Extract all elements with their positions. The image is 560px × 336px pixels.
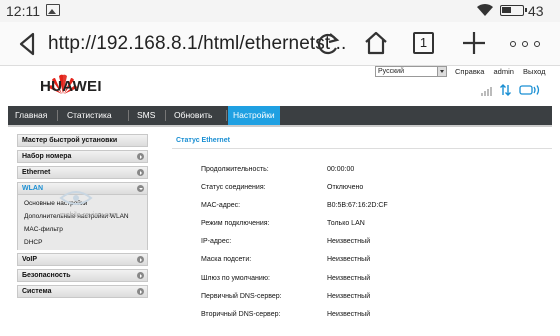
chevron-right-icon <box>137 153 144 160</box>
nav-divider <box>226 110 227 121</box>
row-value: B0:5B:67:16:2D:CF <box>327 202 388 210</box>
status-row-subnet: Маска подсети: Неизвестный <box>201 256 541 274</box>
status-row-mac: MAC-адрес: B0:5B:67:16:2D:CF <box>201 202 541 220</box>
sidebar-item-system[interactable]: Система <box>17 285 148 298</box>
wifi-status-icon <box>519 85 540 95</box>
row-label: IP-адрес: <box>201 238 232 246</box>
chevron-down-icon <box>437 67 446 76</box>
network-status-icons <box>481 84 540 96</box>
nav-divider <box>57 110 58 121</box>
row-label: MAC-адрес: <box>201 202 241 210</box>
sidebar-item-dialup[interactable]: Набор номера <box>17 150 148 163</box>
sidebar-item-label: WLAN <box>22 185 43 192</box>
nav-divider <box>165 110 166 121</box>
nav-underline <box>8 125 552 127</box>
status-row-duration: Продолжительность: 00:00:00 <box>201 166 541 184</box>
sidebar-item-label: Ethernet <box>22 169 51 176</box>
brand-name: HUAWEI <box>40 78 102 95</box>
row-label: Первичный DNS-сервер: <box>201 292 282 300</box>
status-row-mode: Режим подключения: Только LAN <box>201 220 541 238</box>
new-tab-icon[interactable] <box>462 31 486 55</box>
sidebar-item-label: Мастер быстрой установки <box>22 137 118 144</box>
gallery-notification-icon <box>46 4 60 16</box>
chevron-right-icon <box>137 169 144 176</box>
nav-sms[interactable]: SMS <box>132 106 160 125</box>
battery-level: 43 <box>528 3 544 19</box>
status-row-gateway: Шлюз по умолчанию: Неизвестный <box>201 275 541 293</box>
watermark-logo-icon <box>59 191 93 205</box>
status-time: 12:11 <box>6 3 40 19</box>
sidebar-item-label: Набор номера <box>22 153 72 160</box>
sidebar-item-label: VoIP <box>22 256 38 263</box>
sidebar-item-voip[interactable]: VoIP <box>17 253 148 266</box>
signal-strength-icon <box>481 87 492 96</box>
home-icon[interactable] <box>364 30 388 56</box>
wifi-icon <box>477 3 493 17</box>
row-label: Режим подключения: <box>201 220 270 228</box>
row-value: Неизвестный <box>327 274 371 282</box>
chevron-right-icon <box>137 288 144 295</box>
refresh-icon[interactable] <box>316 31 340 57</box>
more-menu-icon[interactable] <box>510 41 540 47</box>
title-divider <box>172 148 552 149</box>
nav-settings[interactable]: Настройки <box>228 106 280 125</box>
page-title: Статус Ethernet <box>176 137 230 144</box>
address-bar[interactable]: http://192.168.8.1/html/ethernetst .. <box>48 33 346 55</box>
sidebar-item-quick-setup[interactable]: Мастер быстрой установки <box>17 134 148 147</box>
row-value: Только LAN <box>327 220 365 228</box>
sidebar-item-ethernet[interactable]: Ethernet <box>17 166 148 179</box>
nav-statistics[interactable]: Статистика <box>62 106 117 125</box>
back-icon[interactable] <box>18 32 36 56</box>
status-row-ip: IP-адрес: Неизвестный <box>201 238 541 256</box>
top-links: Справка admin Выход <box>455 67 553 76</box>
sidebar-item-security[interactable]: Безопасность <box>17 269 148 282</box>
row-value: Неизвестный <box>327 256 371 264</box>
chevron-right-icon <box>137 272 144 279</box>
main-nav: Главная Статистика SMS Обновить Настройк… <box>8 106 552 125</box>
nav-divider <box>128 110 129 121</box>
nav-update[interactable]: Обновить <box>169 106 218 125</box>
row-label: Продолжительность: <box>201 166 269 173</box>
language-select-value: Русский <box>378 68 404 75</box>
row-label: Шлюз по умолчанию: <box>201 274 270 282</box>
ethernet-status-table: Продолжительность: 00:00:00 Статус соедин… <box>201 166 541 329</box>
help-link[interactable]: Справка <box>455 67 484 76</box>
row-value: Отключено <box>327 184 364 192</box>
sidebar-subitem-dhcp[interactable]: DHCP <box>18 236 147 249</box>
row-value: Неизвестный <box>327 292 371 300</box>
row-label: Вторичный DNS-сервер: <box>201 310 281 318</box>
row-value: 00:00:00 <box>327 166 355 173</box>
sidebar-subitem-mac-filter[interactable]: MAC-фильтр <box>18 223 147 236</box>
logout-link[interactable]: Выход <box>523 67 545 76</box>
user-link[interactable]: admin <box>494 67 514 76</box>
sidebar-item-label: Безопасность <box>22 272 71 279</box>
row-label: Маска подсети: <box>201 256 252 264</box>
status-row-dns1: Первичный DNS-сервер: Неизвестный <box>201 293 541 311</box>
row-value: Неизвестный <box>327 238 371 246</box>
chevron-right-icon <box>137 256 144 263</box>
status-bar: 12:11 43 <box>0 0 560 22</box>
row-label: Статус соединения: <box>201 184 266 192</box>
router-page: HUAWEI Русский Справка admin Выход Главн… <box>0 66 560 336</box>
battery-icon <box>500 5 527 16</box>
browser-toolbar: http://192.168.8.1/html/ethernetst .. 1 <box>0 22 560 66</box>
status-row-connection: Статус соединения: Отключено <box>201 184 541 202</box>
nav-home[interactable]: Главная <box>10 106 52 125</box>
chevron-down-icon <box>137 185 144 192</box>
sidebar-item-label: Система <box>22 288 52 295</box>
tabs-button[interactable]: 1 <box>413 32 434 54</box>
row-value: Неизвестный <box>327 310 371 318</box>
data-transfer-icon <box>500 84 511 96</box>
language-select[interactable]: Русский <box>375 66 447 77</box>
status-row-dns2: Вторичный DNS-сервер: Неизвестный <box>201 311 541 329</box>
watermark-text: mobile-review.com <box>60 212 118 219</box>
